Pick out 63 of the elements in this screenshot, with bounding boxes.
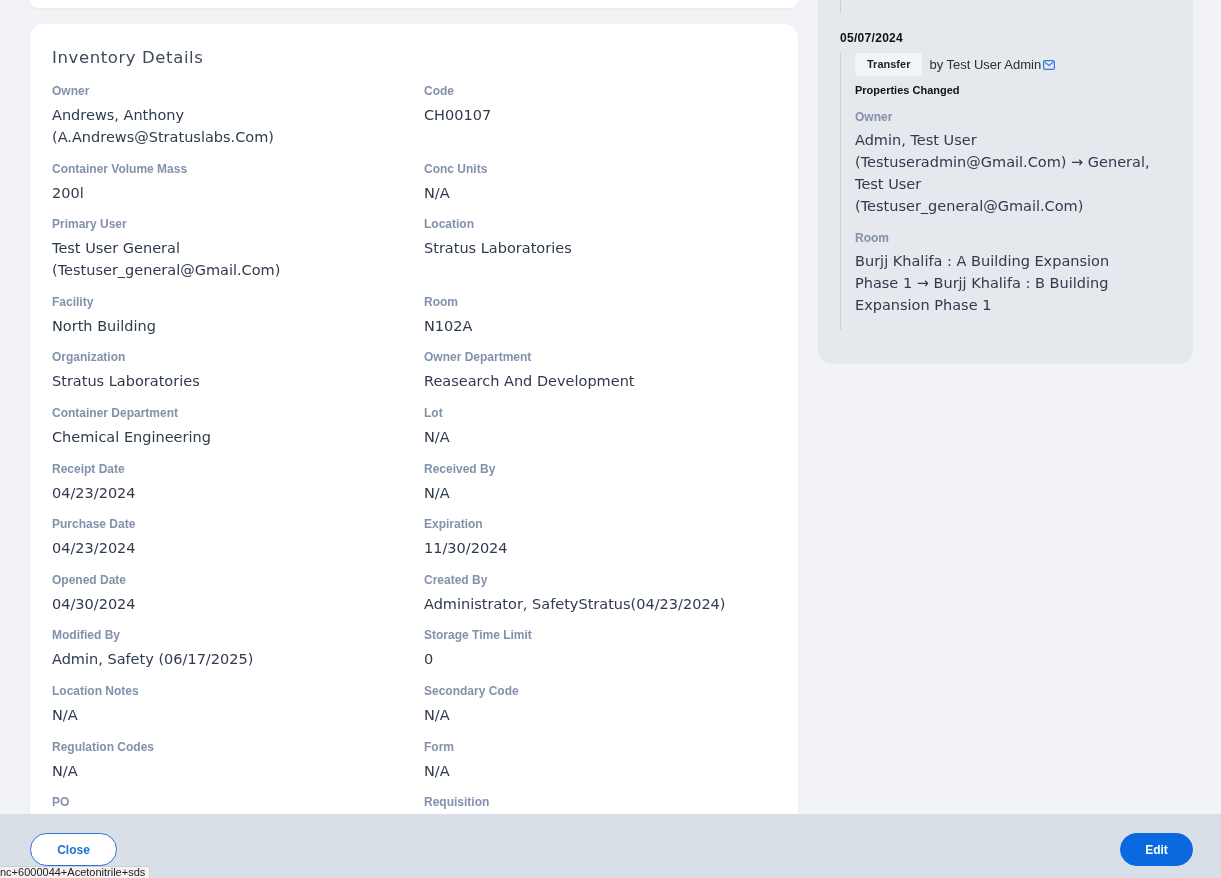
field-label: Created By — [424, 571, 489, 588]
field-value: Reasearch And Development — [424, 372, 636, 392]
field-label: Location Notes — [52, 682, 140, 699]
field-label: Requisition — [424, 794, 491, 811]
field-value: N/A — [424, 705, 451, 725]
field-value: CH00107 — [424, 106, 493, 125]
field-value: Stratus Laboratories — [52, 372, 201, 392]
field-value: Burjj Khalifa : A Building Expansion Phase 1 → Burjj Khalifa : B Building Expansion Phase 1 — [855, 252, 1111, 315]
field-value: N/A — [52, 705, 79, 725]
field-label: Lot — [424, 404, 444, 421]
field-label: Storage Time Limit — [424, 627, 533, 644]
field-value: Chemical Engineering — [52, 427, 212, 447]
field-value: Admin, Test User (Testuseradmin@Gmail.Com) → General, Test User (Testuser_general@Gmail.Com) — [855, 131, 1151, 216]
changes-heading: Properties Changed — [855, 83, 961, 97]
field-label: Room — [855, 230, 890, 246]
field-label: Container Department — [52, 404, 180, 421]
close-button[interactable]: Close — [30, 833, 117, 866]
field-value: 200l — [52, 183, 85, 203]
field-label: Room — [424, 293, 459, 310]
field-value: 04/23/2024 — [52, 483, 137, 503]
field-value: Stratus Laboratories — [424, 239, 573, 259]
section-title: Inventory Details — [52, 47, 205, 69]
edit-button[interactable]: Edit — [1120, 833, 1193, 866]
field-value: 0 — [424, 650, 435, 670]
field-value: N/A — [424, 427, 451, 447]
field-value: Admin, Safety (06/17/2025) — [52, 650, 255, 670]
field-label: Receipt Date — [52, 460, 126, 477]
field-label: Code — [424, 83, 455, 99]
author-text: by Test User Admin — [929, 56, 1042, 73]
field-label: Secondary Code — [424, 682, 520, 699]
field-value: N/A — [424, 761, 451, 781]
mail-icon[interactable] — [1043, 59, 1056, 70]
field-value: 04/23/2024 — [52, 539, 137, 559]
url-status-text: nc+6000044+Acetonitrile+sds — [0, 866, 151, 878]
field-value: N/A — [52, 761, 79, 781]
field-value: 04/30/2024 — [52, 594, 137, 614]
field-label: Location — [424, 216, 475, 233]
field-label: Owner — [52, 83, 91, 99]
field-label: Expiration — [424, 516, 484, 533]
field-label: Conc Units — [424, 160, 489, 177]
field-label: Owner Department — [424, 349, 533, 366]
field-label: Form — [424, 738, 455, 755]
field-label: Facility — [52, 293, 95, 310]
field-label: Opened Date — [52, 571, 127, 588]
field-value: Andrews, Anthony (A.Andrews@Stratuslabs.Com) — [52, 106, 275, 147]
field-value: N/A — [424, 183, 451, 203]
field-value: 11/30/2024 — [424, 539, 509, 559]
field-label: Organization — [52, 349, 127, 366]
field-label: PO — [52, 794, 71, 811]
field-value: N102A — [424, 316, 474, 336]
field-label: Modified By — [52, 627, 121, 644]
field-value: N/A — [424, 483, 451, 503]
field-label: Received By — [424, 460, 497, 477]
field-label: Owner — [855, 109, 894, 125]
action-tag: Transfer — [855, 53, 923, 76]
field-label: Regulation Codes — [52, 738, 155, 755]
history-date: 05/07/2024 — [840, 31, 905, 45]
field-value: Test User General (Testuser_general@Gmail.Com) — [52, 239, 282, 281]
field-value: Administrator, SafetyStratus(04/23/2024) — [424, 594, 727, 614]
field-value: North Building — [52, 316, 157, 336]
field-label: Container Volume Mass — [52, 160, 189, 177]
field-label: Purchase Date — [52, 516, 137, 533]
field-label: Primary User — [52, 216, 128, 233]
